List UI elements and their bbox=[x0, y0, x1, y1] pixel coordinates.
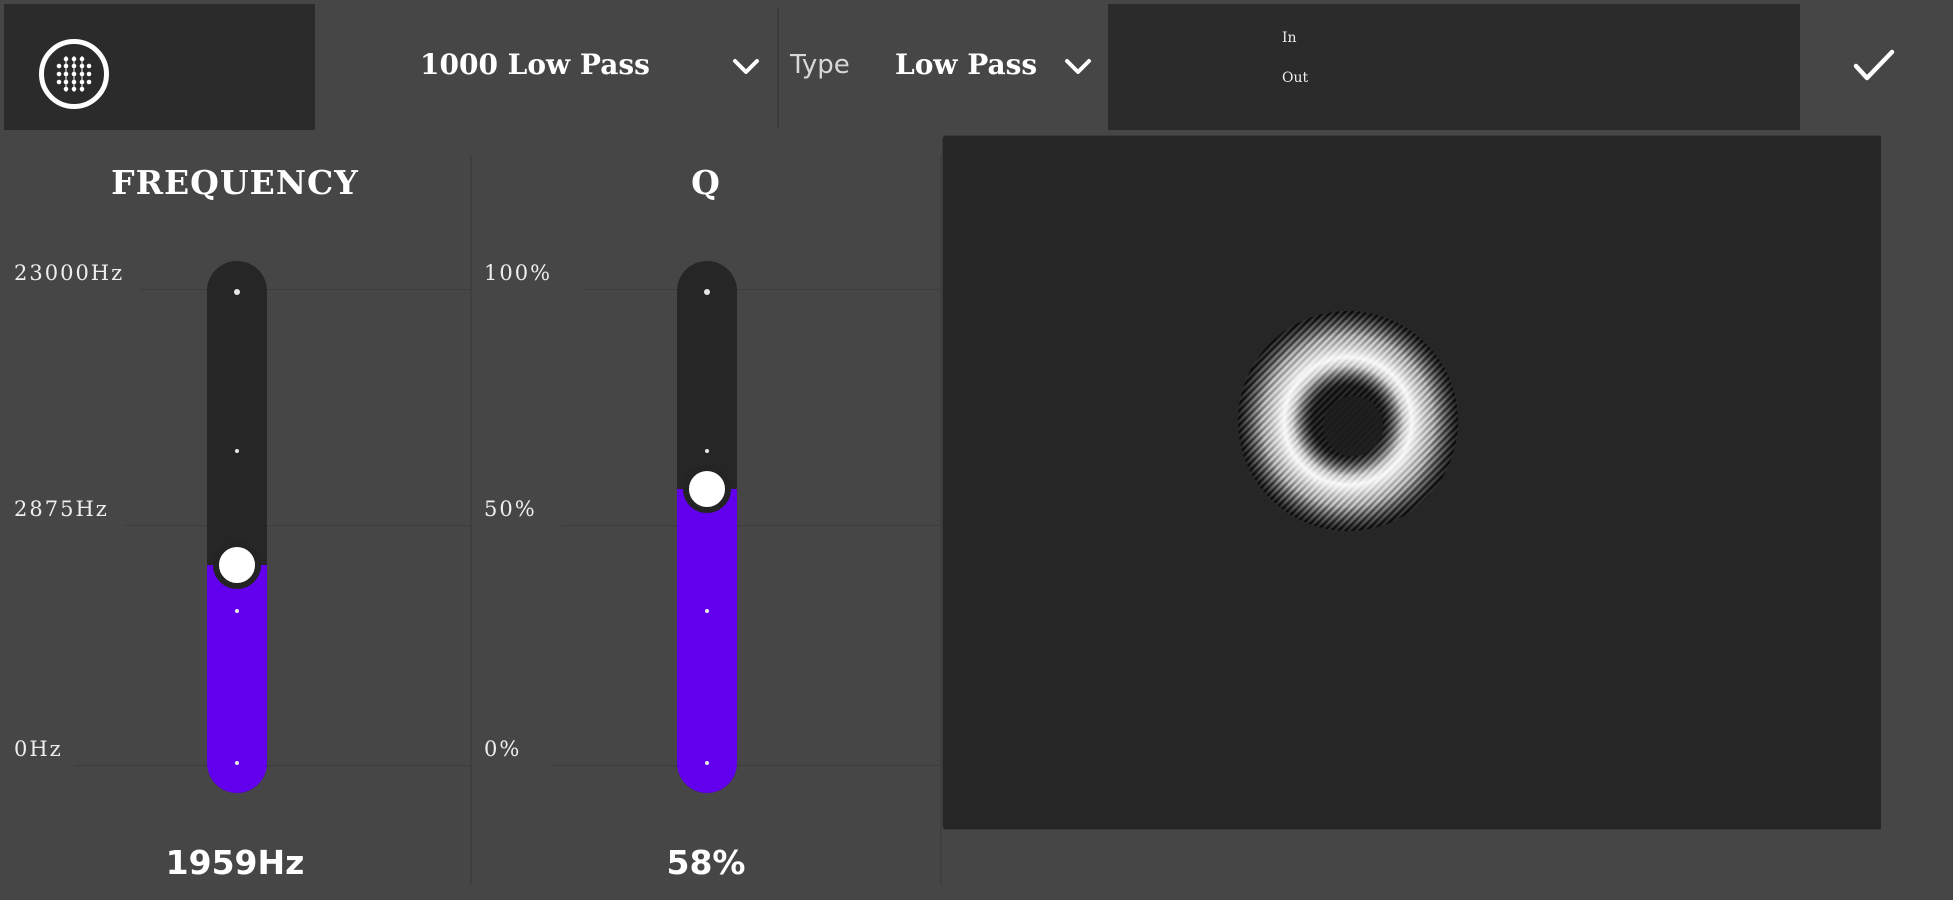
q-slider-track[interactable] bbox=[677, 261, 737, 793]
gridline bbox=[582, 289, 940, 290]
frequency-tick-mid: 2875Hz bbox=[14, 497, 109, 521]
q-panel: Q 100% 50% 0% 58% bbox=[472, 135, 940, 900]
frequency-title: FREQUENCY bbox=[111, 163, 359, 202]
q-value: 58% bbox=[666, 843, 746, 882]
q-tick-min: 0% bbox=[484, 737, 522, 761]
gridline bbox=[552, 765, 940, 766]
slider-tick-dot bbox=[705, 609, 709, 613]
slider-tick-dot bbox=[235, 449, 239, 453]
frequency-slider-track[interactable] bbox=[207, 261, 267, 793]
right-margin bbox=[1881, 135, 1953, 900]
frequency-value: 1959Hz bbox=[165, 843, 305, 882]
q-slider-fill bbox=[677, 489, 737, 793]
slider-tick-dot bbox=[704, 289, 710, 295]
slider-tick-dot bbox=[235, 761, 239, 765]
frequency-slider-fill bbox=[207, 564, 267, 793]
gridline bbox=[75, 765, 470, 766]
q-tick-mid: 50% bbox=[484, 497, 537, 521]
checkmark-icon[interactable] bbox=[1852, 48, 1896, 84]
slider-tick-dot bbox=[235, 609, 239, 613]
preset-label: 1000 Low Pass bbox=[420, 48, 650, 81]
type-chevron-down-icon[interactable] bbox=[1064, 58, 1092, 76]
audio-visualizer bbox=[942, 135, 1883, 830]
slider-tick-dot bbox=[705, 761, 709, 765]
slider-tick-dot bbox=[705, 449, 709, 453]
preset-dropdown[interactable]: 1000 Low Pass bbox=[320, 0, 775, 135]
grid-circle-logo-icon[interactable] bbox=[39, 39, 109, 109]
frequency-tick-max: 23000Hz bbox=[14, 261, 125, 285]
gridline bbox=[562, 525, 940, 526]
slider-tick-dot bbox=[234, 289, 240, 295]
q-tick-max: 100% bbox=[484, 261, 553, 285]
q-slider-thumb[interactable] bbox=[683, 465, 731, 514]
meter-in-label: In bbox=[1282, 30, 1297, 46]
meter-out-label: Out bbox=[1282, 70, 1309, 86]
gridline bbox=[125, 525, 470, 526]
chevron-down-icon[interactable] bbox=[732, 58, 760, 76]
top-bar: 1000 Low Pass Type Low Pass In Out bbox=[0, 0, 1953, 135]
toolbar-divider bbox=[777, 8, 779, 128]
visualizer-canvas bbox=[1238, 311, 1458, 531]
logo-box bbox=[4, 4, 315, 130]
q-title: Q bbox=[691, 163, 721, 202]
type-label: Type bbox=[790, 50, 850, 80]
frequency-slider-thumb[interactable] bbox=[213, 540, 261, 589]
frequency-tick-min: 0Hz bbox=[14, 737, 63, 761]
type-dropdown-value[interactable]: Low Pass bbox=[895, 48, 1037, 81]
io-meter: In Out bbox=[1108, 4, 1800, 130]
gridline bbox=[140, 289, 470, 290]
frequency-panel: FREQUENCY 23000Hz 2875Hz 0Hz 1959Hz bbox=[0, 135, 470, 900]
